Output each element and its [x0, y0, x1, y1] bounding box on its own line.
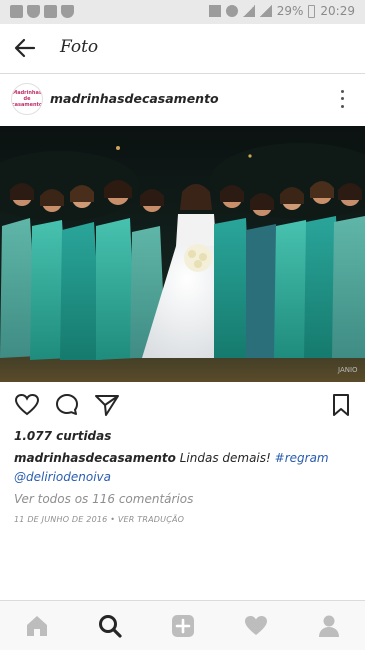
notification-image-icon — [10, 5, 23, 18]
battery-icon — [308, 4, 316, 18]
comment-bubble-icon — [56, 394, 78, 415]
signal-icon — [259, 5, 272, 17]
shield-icon-2 — [61, 5, 74, 18]
app-header: Foto — [0, 24, 365, 74]
shield-icon — [27, 5, 40, 18]
nav-search[interactable] — [97, 613, 123, 639]
search-icon — [99, 615, 122, 638]
alarm-icon — [225, 5, 238, 17]
battery-percent: 29% — [276, 4, 304, 18]
bookmark-icon — [333, 394, 349, 416]
nav-home[interactable] — [24, 613, 50, 639]
profile-icon — [319, 615, 339, 637]
notification-icons — [10, 5, 74, 18]
back-arrow-icon — [14, 38, 36, 58]
likes-count[interactable]: 1.077 curtidas — [14, 429, 111, 443]
caption-username[interactable]: madrinhasdecasamento — [14, 451, 176, 465]
more-vertical-icon — [340, 90, 344, 94]
meta-separator: • — [107, 515, 118, 524]
hashtag-link[interactable]: #regram — [275, 451, 329, 465]
nav-profile[interactable] — [316, 613, 342, 639]
post-date: 11 DE JUNHO DE 2016 — [14, 515, 108, 524]
post-caption: madrinhasdecasamento Lindas demais! #reg… — [14, 449, 354, 487]
post-actions — [0, 392, 365, 420]
clock: 20:29 — [320, 4, 355, 18]
post-header: Madrinhas de casamento madrinhasdecasame… — [0, 78, 365, 122]
heart-icon — [14, 393, 40, 416]
gallery-icon — [44, 5, 57, 18]
home-icon — [27, 616, 47, 636]
back-button[interactable] — [14, 37, 36, 59]
status-indicators: 29% 20:29 — [208, 4, 355, 18]
comment-button[interactable] — [54, 392, 80, 418]
more-dot — [340, 97, 344, 101]
mute-icon — [208, 5, 221, 17]
bottom-navigation — [0, 600, 365, 650]
wedding-group-photo: JANIO — [0, 126, 365, 382]
share-button[interactable] — [94, 392, 120, 418]
photo-watermark: JANIO — [337, 366, 358, 374]
add-post-icon — [172, 615, 194, 637]
paper-plane-icon — [95, 395, 119, 416]
nav-activity[interactable] — [243, 613, 269, 639]
like-button[interactable] — [14, 392, 40, 418]
wifi-icon — [242, 5, 255, 17]
mention-link[interactable]: @deliriodenoiva — [14, 470, 111, 484]
activity-heart-icon — [245, 616, 267, 635]
status-bar: 29% 20:29 — [0, 0, 365, 24]
post-username[interactable]: madrinhasdecasamento — [50, 91, 219, 106]
avatar-logo-text: Madrinhas de casamento — [11, 90, 43, 108]
avatar[interactable]: Madrinhas de casamento — [11, 83, 43, 115]
post-photo[interactable]: JANIO — [0, 126, 365, 382]
nav-new-post[interactable] — [170, 613, 196, 639]
post-meta: 11 DE JUNHO DE 2016 • VER TRADUÇÃO — [14, 515, 184, 524]
more-dot — [340, 104, 344, 108]
save-button[interactable] — [328, 392, 354, 418]
view-all-comments-link[interactable]: Ver todos os 116 comentários — [14, 492, 193, 506]
more-options-button[interactable] — [337, 88, 347, 110]
see-translation-link[interactable]: VER TRADUÇÃO — [118, 515, 184, 524]
caption-text: Lindas demais! — [175, 451, 275, 465]
page-title: Foto — [60, 37, 99, 57]
